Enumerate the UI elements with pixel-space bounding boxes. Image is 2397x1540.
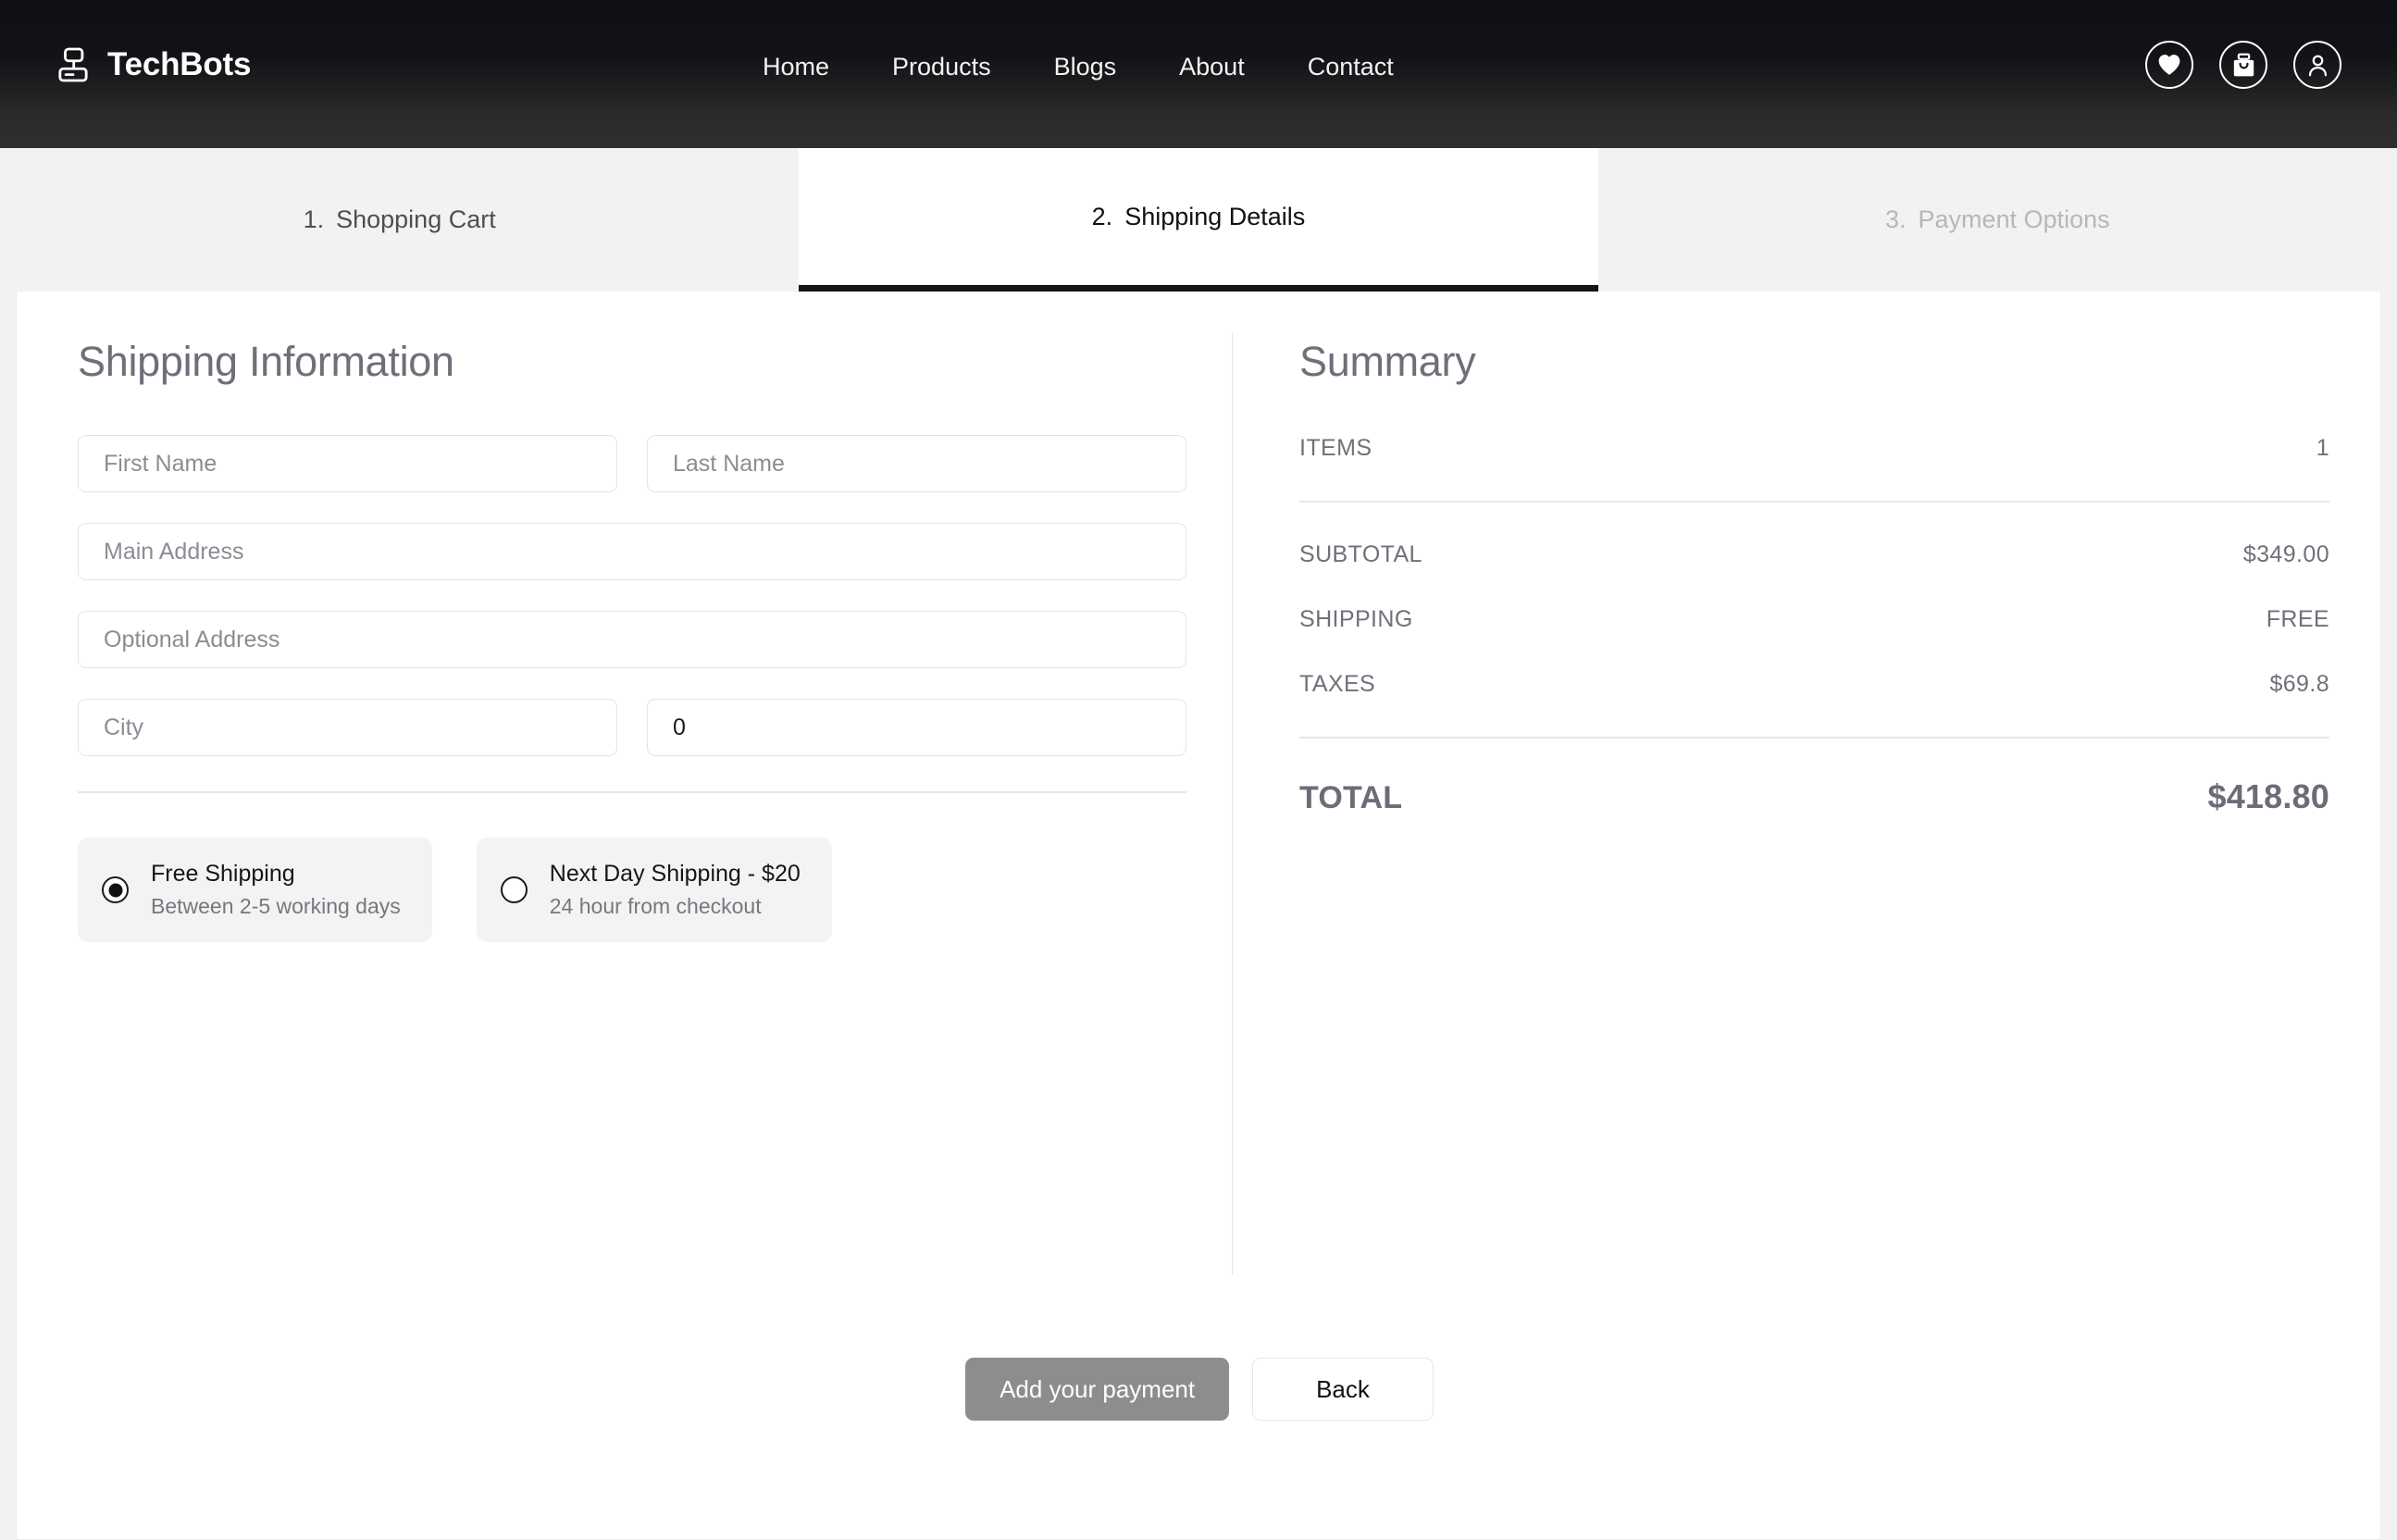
shipping-option-free[interactable]: Free Shipping Between 2-5 working days [78, 838, 432, 942]
summary-row-total: TOTAL $418.80 [1299, 777, 2329, 816]
summary-total-label: TOTAL [1299, 780, 1403, 815]
shipping-method-options: Free Shipping Between 2-5 working days N… [78, 838, 1232, 942]
summary-shipping-value: FREE [2266, 606, 2329, 632]
shipping-option-next-day[interactable]: Next Day Shipping - $20 24 hour from che… [476, 838, 832, 942]
summary-items-value: 1 [2316, 435, 2329, 461]
shipping-option-next-day-subtitle: 24 hour from checkout [549, 894, 762, 918]
shipping-option-free-title: Free Shipping [151, 861, 295, 887]
wishlist-button[interactable] [2145, 41, 2193, 89]
summary-divider-top [1299, 501, 2329, 503]
nav-link-home[interactable]: Home [731, 53, 861, 81]
nav-link-products[interactable]: Products [861, 53, 1023, 81]
main-address-row: Main Address [78, 523, 1232, 580]
add-payment-button[interactable]: Add your payment [965, 1358, 1230, 1421]
summary-taxes-label: TAXES [1299, 671, 1376, 697]
top-navbar: TechBots Home Products Blogs About Conta… [0, 0, 2397, 148]
summary-total-value: $418.80 [2207, 777, 2329, 815]
step-tab-shopping-cart[interactable]: 1. Shopping Cart [0, 148, 800, 292]
last-name-input[interactable]: Last Name [647, 435, 1186, 492]
shipping-option-free-text: Free Shipping Between 2-5 working days [151, 861, 401, 919]
shipping-option-free-subtitle: Between 2-5 working days [151, 894, 401, 918]
summary-subtotal-label: SUBTOTAL [1299, 541, 1422, 567]
shipping-option-next-day-title: Next Day Shipping - $20 [549, 861, 801, 887]
summary-divider-bottom [1299, 737, 2329, 739]
summary-items-label: ITEMS [1299, 435, 1372, 461]
step-3-label: Payment Options [1918, 205, 2110, 233]
radio-free-shipping[interactable] [102, 876, 129, 903]
summary-column: Summary ITEMS 1 SUBTOTAL $349.00 SHIPPIN… [1233, 292, 2380, 1539]
summary-row-items: ITEMS 1 [1299, 435, 2329, 462]
back-button[interactable]: Back [1252, 1358, 1434, 1421]
name-row: First Name Last Name [78, 435, 1232, 492]
summary-taxes-value: $69.8 [2269, 671, 2329, 697]
footer-actions: Add your payment Back [17, 1358, 2382, 1421]
summary-row-subtotal: SUBTOTAL $349.00 [1299, 541, 2329, 568]
zip-input[interactable]: 0 [647, 699, 1186, 756]
cart-button[interactable] [2219, 41, 2267, 89]
checkout-columns: Shipping Information First Name Last Nam… [17, 292, 2380, 1539]
city-input[interactable]: City [78, 699, 617, 756]
optional-address-input[interactable]: Optional Address [78, 611, 1186, 668]
optional-address-row: Optional Address [78, 611, 1232, 668]
computer-icon [57, 46, 89, 83]
summary-row-taxes: TAXES $69.8 [1299, 671, 2329, 698]
shipping-form-column: Shipping Information First Name Last Nam… [17, 292, 1232, 1539]
user-icon [2308, 55, 2327, 76]
brand-logo[interactable]: TechBots [57, 46, 251, 83]
first-name-input[interactable]: First Name [78, 435, 617, 492]
radio-next-day-shipping[interactable] [500, 876, 528, 903]
nav-link-about[interactable]: About [1148, 53, 1276, 81]
main-address-input[interactable]: Main Address [78, 523, 1186, 580]
nav-link-blogs[interactable]: Blogs [1023, 53, 1149, 81]
shopping-bag-icon [2233, 53, 2254, 76]
page-title: Shipping Information [78, 338, 454, 385]
step-2-label: Shipping Details [1124, 202, 1306, 230]
step-3-number: 3. [1885, 205, 1906, 233]
summary-row-shipping: SHIPPING FREE [1299, 606, 2329, 633]
brand-name: TechBots [107, 46, 252, 82]
nav-actions [2145, 41, 2341, 89]
form-divider [78, 791, 1186, 793]
step-tab-shipping-details[interactable]: 2. Shipping Details [799, 148, 1598, 292]
step-1-number: 1. [303, 205, 325, 233]
checkout-card: Shipping Information First Name Last Nam… [16, 292, 2381, 1540]
summary-title: Summary [1299, 338, 1476, 385]
nav-link-contact[interactable]: Contact [1276, 53, 1425, 81]
checkout-steps: 1. Shopping Cart 2. Shipping Details 3. … [0, 148, 2397, 292]
step-1-label: Shopping Cart [336, 205, 496, 233]
summary-subtotal-value: $349.00 [2242, 541, 2329, 567]
shipping-option-next-day-text: Next Day Shipping - $20 24 hour from che… [550, 861, 801, 919]
account-button[interactable] [2293, 41, 2341, 89]
step-2-number: 2. [1091, 202, 1113, 230]
heart-icon [2158, 55, 2180, 75]
step-tab-payment-options[interactable]: 3. Payment Options [1597, 148, 2397, 292]
nav-links: Home Products Blogs About Contact [731, 53, 1425, 81]
summary-shipping-label: SHIPPING [1299, 606, 1413, 632]
city-zip-row: City 0 [78, 699, 1232, 756]
